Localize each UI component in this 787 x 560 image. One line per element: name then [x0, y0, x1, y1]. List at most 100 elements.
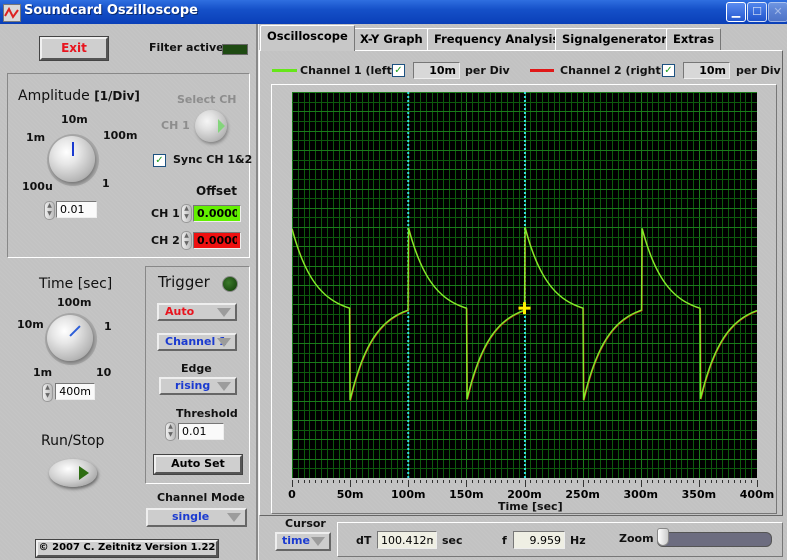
f-unit: Hz: [570, 534, 586, 547]
title-bar: Soundcard Oszilloscope ▁ ☐ ✕: [0, 0, 787, 24]
ch1-per-div-label: per Div: [465, 64, 510, 77]
x-tick-label: 350m: [681, 488, 717, 501]
ch1-checkbox[interactable]: ✓: [392, 64, 405, 77]
x-tick-label: 250m: [565, 488, 600, 501]
oscilloscope-plot[interactable]: [292, 92, 757, 478]
copyright-label: © 2007 C. Zeitnitz Version 1.22: [35, 539, 219, 558]
edge-label: Edge: [181, 362, 212, 375]
ch2-per-div-label: per Div: [736, 64, 781, 77]
tab-extras[interactable]: Extras: [666, 28, 722, 50]
edge-value: rising: [175, 379, 211, 392]
edge-dropdown[interactable]: rising: [159, 377, 237, 395]
select-ch-label: Select CH: [177, 93, 237, 106]
offset-ch1-label: CH 1: [151, 207, 180, 220]
trigger-led: [222, 276, 238, 292]
filter-active-led: [222, 44, 248, 55]
select-ch-knob[interactable]: [195, 110, 227, 142]
close-button[interactable]: ✕: [768, 2, 787, 22]
ch2-legend-line: [530, 69, 554, 72]
time-spinner[interactable]: ▲ ▼: [42, 383, 53, 402]
x-tick-label: 300m: [623, 488, 658, 501]
offset-ch1-input[interactable]: [193, 205, 241, 222]
window-title: Soundcard Oszilloscope: [24, 3, 198, 18]
zoom-slider-thumb[interactable]: [657, 528, 669, 546]
tab-oscilloscope[interactable]: Oscilloscope: [260, 25, 355, 51]
amp-scale-1: 1: [102, 177, 110, 190]
close-icon: ✕: [773, 5, 783, 18]
dt-value: [377, 531, 437, 549]
select-ch-value: CH 1: [161, 119, 190, 132]
sync-label: Sync CH 1&2: [173, 153, 253, 166]
chevron-down-icon: [217, 338, 231, 347]
x-tick-label: 150m: [449, 488, 484, 501]
ch1-per-div-input[interactable]: [413, 62, 460, 79]
f-label: f: [502, 534, 507, 547]
chevron-down-icon: [217, 382, 231, 391]
amp-scale-100u: 100u: [22, 180, 53, 193]
trigger-mode-dropdown[interactable]: Auto: [157, 303, 237, 321]
exit-button[interactable]: Exit: [39, 36, 109, 61]
time-knob[interactable]: [47, 315, 93, 361]
trigger-title: Trigger: [158, 273, 210, 291]
offset-ch1-spinner[interactable]: ▲ ▼: [181, 204, 192, 223]
time-scale-10: 10: [96, 366, 112, 379]
ch1-legend-line: [272, 69, 297, 72]
app-icon: [3, 4, 21, 22]
x-tick-label: 0: [288, 488, 296, 501]
minimize-button[interactable]: ▁: [726, 2, 746, 22]
amplitude-title: Amplitude [1/Div]: [18, 88, 140, 104]
dt-unit: sec: [442, 534, 463, 547]
channel-mode-dropdown[interactable]: single: [146, 508, 247, 527]
minimize-icon: ▁: [731, 5, 741, 18]
channel-mode-value: single: [172, 510, 210, 523]
cursor-label: Cursor: [285, 517, 326, 530]
offset-ch2-label: CH 2: [151, 234, 180, 247]
offset-ch2-spinner[interactable]: ▲ ▼: [181, 231, 192, 250]
ch2-checkbox[interactable]: ✓: [662, 64, 675, 77]
amp-scale-1m: 1m: [26, 131, 46, 144]
threshold-spinner[interactable]: ▲ ▼: [165, 422, 176, 441]
filter-active-label: Filter active: [149, 41, 224, 54]
chevron-down-icon: [217, 308, 231, 317]
auto-set-button[interactable]: Auto Set: [153, 454, 243, 475]
select-ch-indicator-icon: [218, 119, 225, 133]
time-title: Time [sec]: [39, 276, 113, 292]
dt-label: dT: [356, 534, 372, 547]
chevron-down-icon: [311, 537, 325, 546]
tab-frequency-analysis[interactable]: Frequency Analysis: [427, 28, 567, 50]
x-tick-label: 50m: [336, 488, 364, 501]
play-icon: [79, 466, 89, 480]
offset-ch2-input[interactable]: [193, 232, 241, 249]
time-scale-100m: 100m: [57, 296, 92, 309]
zoom-label: Zoom: [619, 532, 654, 545]
amplitude-input[interactable]: [56, 201, 97, 218]
time-input[interactable]: [55, 383, 95, 400]
ch1-label: Channel 1 (left): [300, 64, 397, 77]
amp-scale-10m: 10m: [61, 113, 88, 126]
amplitude-knob-pointer: [72, 142, 74, 156]
time-knob-pointer: [69, 325, 81, 337]
chevron-down-icon: [227, 513, 241, 522]
x-axis: [292, 480, 758, 487]
trigger-source-dropdown[interactable]: Channel 1: [157, 333, 237, 351]
offset-title: Offset: [196, 184, 237, 198]
time-scale-1m: 1m: [33, 366, 53, 379]
f-value: [513, 531, 565, 549]
run-stop-label: Run/Stop: [41, 433, 105, 449]
zoom-slider-track[interactable]: [657, 532, 772, 547]
sync-checkbox[interactable]: ✓: [153, 154, 166, 167]
run-stop-button[interactable]: [49, 459, 97, 487]
amplitude-knob[interactable]: [49, 136, 95, 182]
channel-mode-label: Channel Mode: [157, 491, 245, 504]
time-scale-1: 1: [104, 320, 112, 333]
cursor-mode-dropdown[interactable]: time: [275, 532, 331, 551]
ch2-label: Channel 2 (right): [560, 64, 666, 77]
x-axis-label: Time [sec]: [498, 500, 563, 513]
ch2-per-div-input[interactable]: [683, 62, 730, 79]
maximize-button[interactable]: ☐: [747, 2, 767, 22]
tab-xy-graph[interactable]: X-Y Graph: [353, 28, 430, 50]
amplitude-title-text: Amplitude: [18, 88, 90, 104]
tab-signalgenerator[interactable]: Signalgenerator: [555, 28, 674, 50]
threshold-input[interactable]: [178, 423, 224, 440]
amplitude-spinner[interactable]: ▲ ▼: [44, 201, 55, 220]
